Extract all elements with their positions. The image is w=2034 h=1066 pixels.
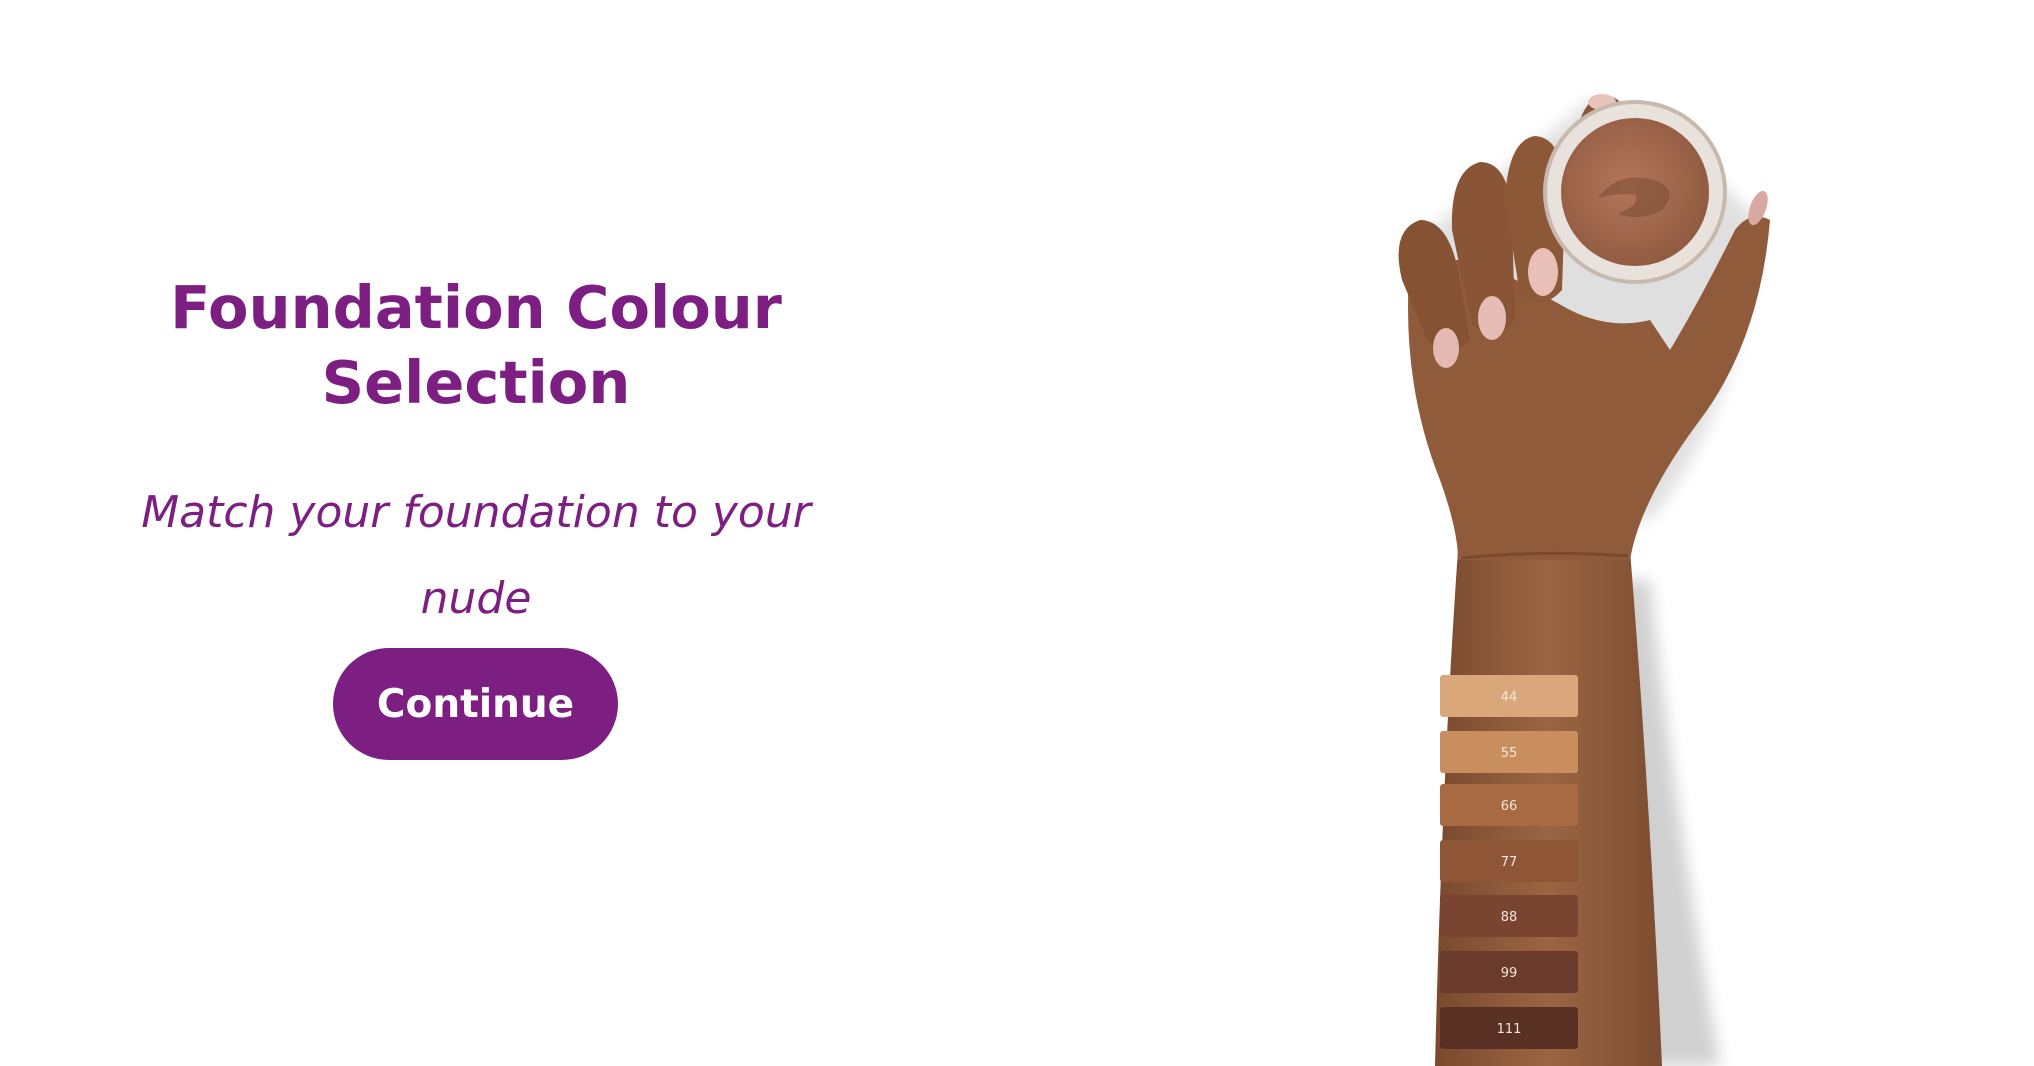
page-title-line-1: Foundation Colour xyxy=(170,273,782,342)
foundation-jar xyxy=(1543,100,1727,284)
swatch-77-label: 77 xyxy=(1501,855,1518,870)
swatch-88: 88 xyxy=(1440,895,1578,937)
swatch-44-label: 44 xyxy=(1501,690,1518,705)
nail-1 xyxy=(1433,328,1459,368)
swatch-66-label: 66 xyxy=(1501,799,1518,814)
arm-swatch-illustration: 44 55 66 77 88 99 111 xyxy=(1398,94,1770,1066)
page-subtitle-line-1: Match your foundation to your nude xyxy=(141,487,811,624)
intro-panel: Foundation Colour Selection Match your f… xyxy=(0,0,952,1066)
continue-button[interactable]: Continue xyxy=(333,648,618,760)
swatch-111-label: 111 xyxy=(1497,1022,1522,1037)
swatch-66: 66 xyxy=(1440,784,1578,826)
nail-2 xyxy=(1478,296,1506,340)
nail-3 xyxy=(1528,248,1558,296)
swatch-88-label: 88 xyxy=(1501,910,1518,925)
swatch-99-label: 99 xyxy=(1501,966,1518,981)
swatch-44: 44 xyxy=(1440,675,1578,717)
page-title: Foundation Colour Selection xyxy=(0,270,952,420)
swatch-111: 111 xyxy=(1440,1007,1578,1049)
swatch-99: 99 xyxy=(1440,951,1578,993)
foundation-selection-page: Foundation Colour Selection Match your f… xyxy=(0,0,2034,1066)
swatch-55-label: 55 xyxy=(1501,746,1518,761)
swatch-55: 55 xyxy=(1440,731,1578,773)
swatch-group: 44 55 66 77 88 99 111 xyxy=(1440,675,1578,1049)
page-title-line-2: Selection xyxy=(321,348,631,417)
swatch-77: 77 xyxy=(1440,840,1578,882)
